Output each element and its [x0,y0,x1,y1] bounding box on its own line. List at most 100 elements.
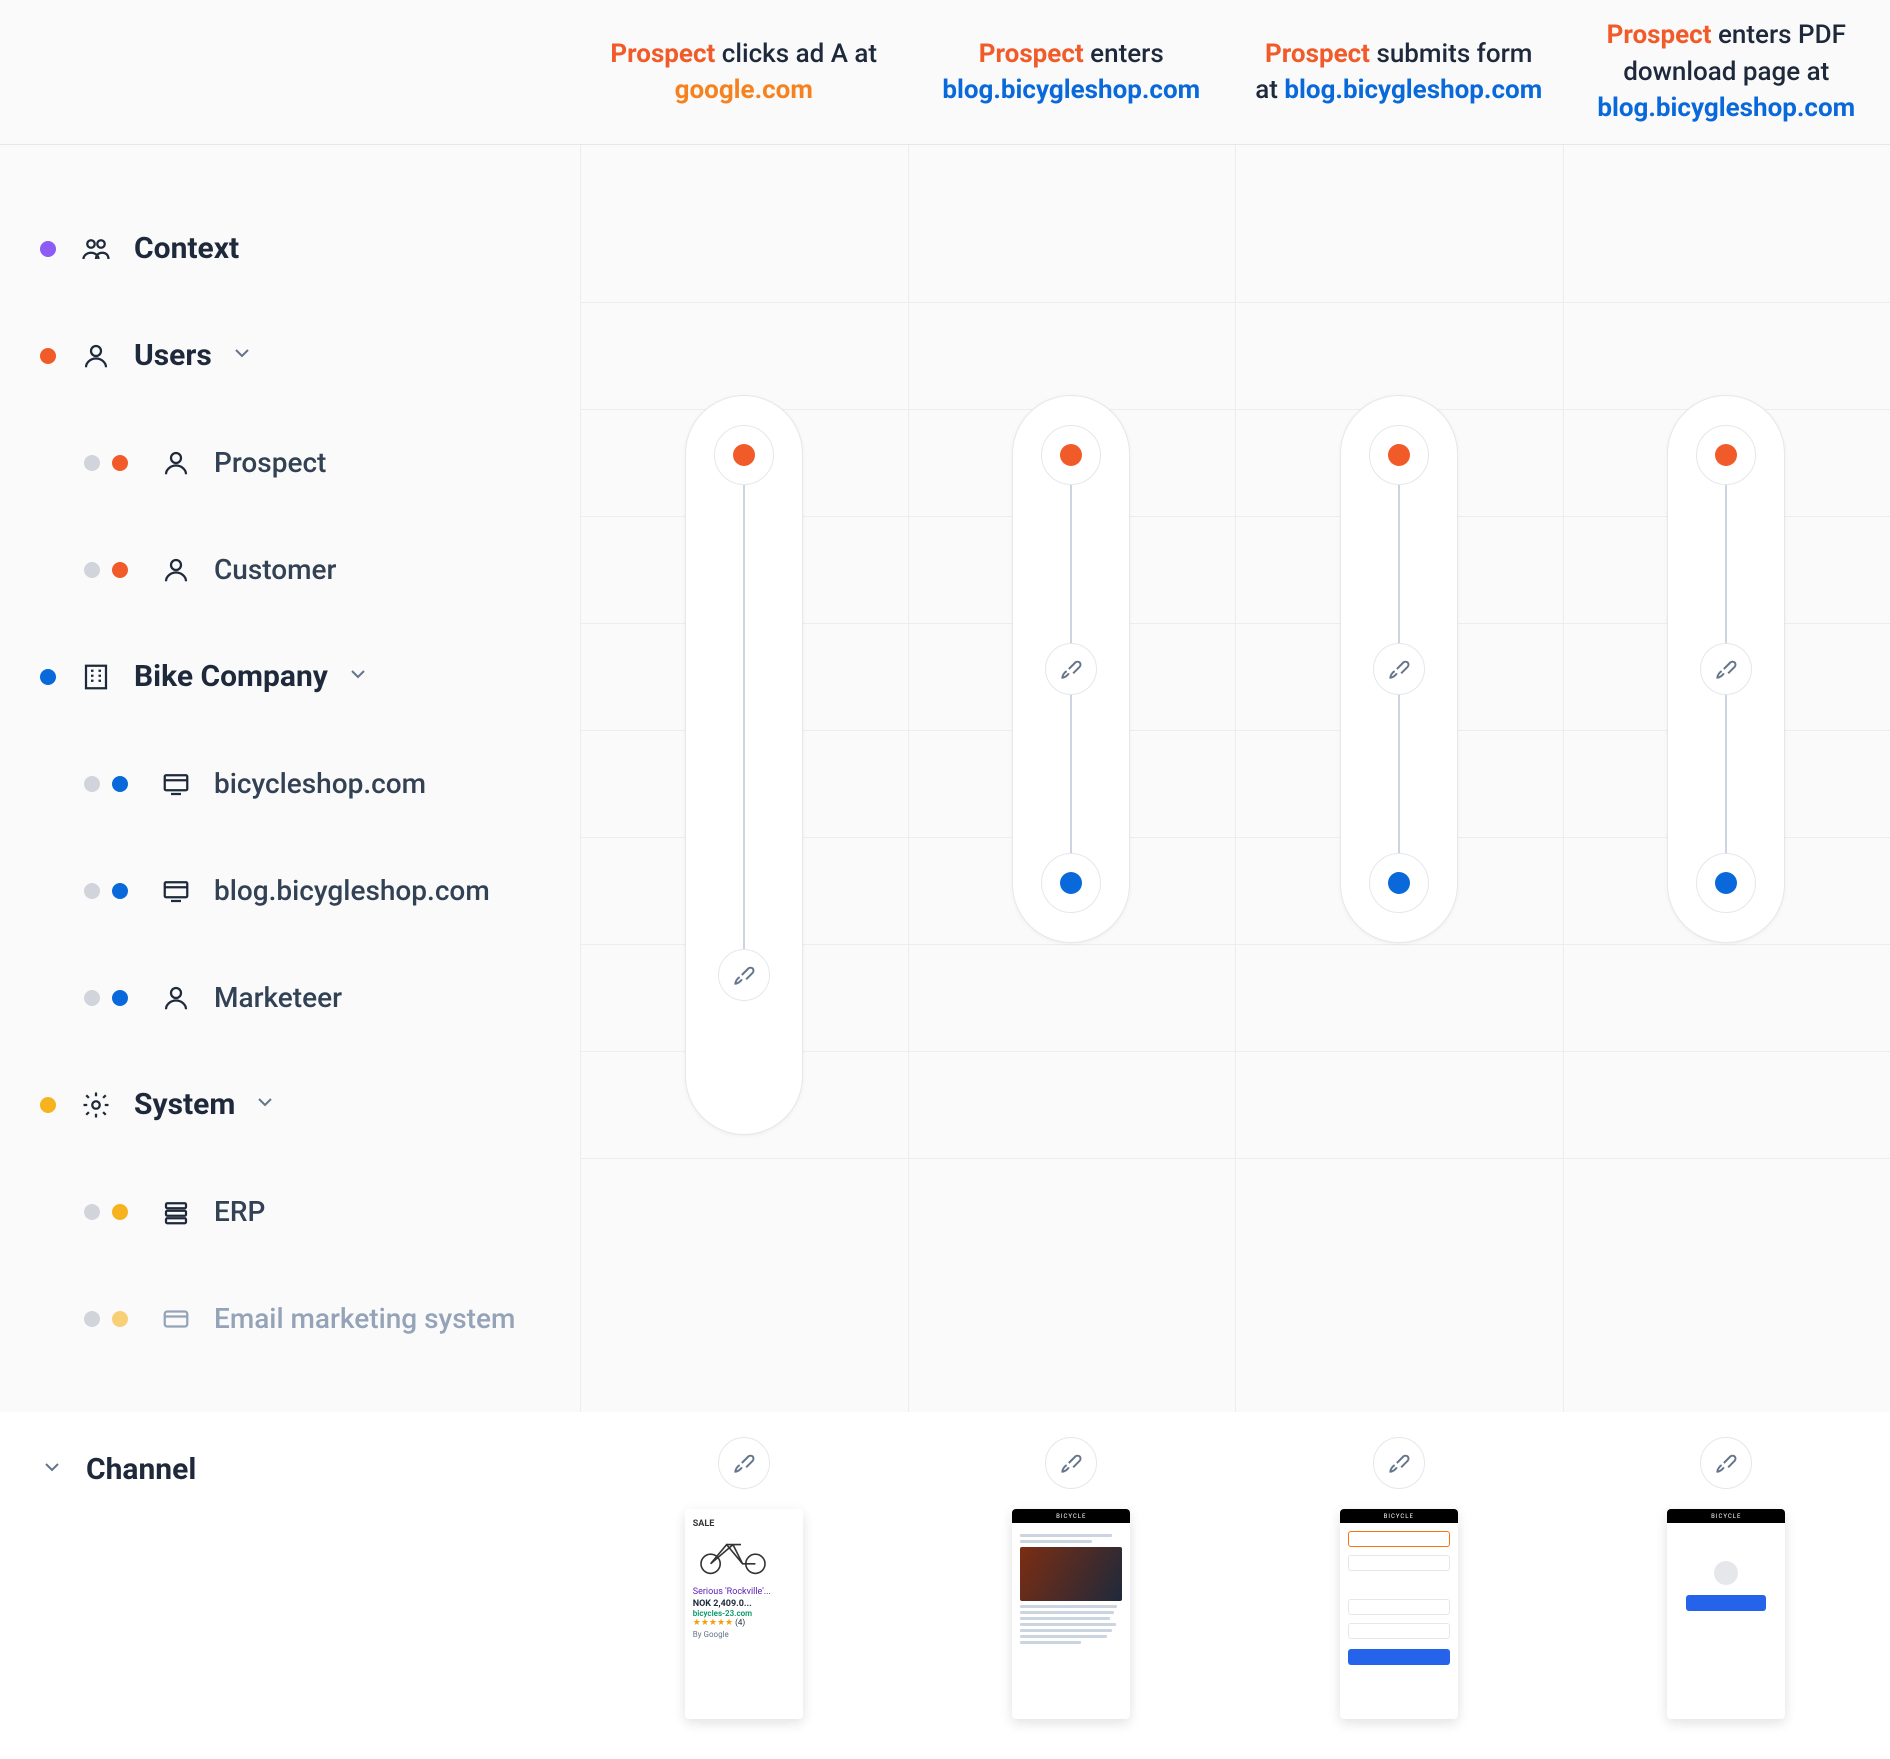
gear-icon [78,1090,114,1120]
lane-marketeer[interactable]: Marketeer [40,944,580,1051]
channel-header[interactable]: Channel [40,1452,580,1487]
group-dot [40,669,56,685]
lane-label: Marketeer [214,981,342,1014]
dot-indicator [84,562,100,578]
bike-icon [693,1535,773,1575]
swimlane-grid[interactable] [580,145,1890,1412]
mock-brand: BICYCLE [1340,1509,1458,1523]
step-text: enters [1084,39,1164,69]
channel-mock-blog[interactable]: BICYCLE [1012,1509,1130,1719]
person-icon [158,448,194,478]
lane-col-3[interactable] [1235,145,1563,1412]
lane-col-1[interactable] [580,145,908,1412]
stack-icon [158,1197,194,1227]
mock-input [1348,1555,1450,1571]
flow-node-start[interactable] [1369,425,1429,485]
ad-price: NOK 2,409.0... [693,1599,795,1609]
lane-customer[interactable]: Customer [40,516,580,623]
step-link: blog.bicygleshop.com [1597,93,1855,123]
prospect-label: Prospect [1265,39,1370,69]
mock-image [1020,1547,1122,1601]
person-icon [78,341,114,371]
header-spacer [0,0,580,144]
flow-line [743,475,745,985]
prospect-label: Prospect [979,39,1084,69]
touchpoint-icon[interactable] [1373,643,1425,695]
step-link: blog.bicygleshop.com [942,75,1200,105]
swimlane-area: Context Users Prospect Customer [0,145,1890,1412]
touchpoint-icon[interactable] [1373,1437,1425,1489]
group-dot [40,1097,56,1113]
flow-node-start[interactable] [1696,425,1756,485]
step-text: clicks ad A at [715,39,877,69]
dot-indicator [112,883,128,899]
prospect-label: Prospect [1607,20,1712,50]
group-label: Context [134,231,239,266]
flow-node-start[interactable] [714,425,774,485]
lane-label: Customer [214,553,336,586]
channel-mock-ad[interactable]: SALE Serious 'Rockville'... NOK 2,409.0.… [685,1509,803,1719]
dot-indicator [84,883,100,899]
lane-erp[interactable]: ERP [40,1158,580,1265]
lane-blog[interactable]: blog.bicygleshop.com [40,837,580,944]
flow-node-end[interactable] [1696,853,1756,913]
flow-node-end[interactable] [1041,853,1101,913]
lane-label: blog.bicygleshop.com [214,874,490,907]
channel-mock-download[interactable]: BICYCLE [1667,1509,1785,1719]
touchpoint-icon[interactable] [1700,643,1752,695]
step-link: blog.bicygleshop.com [1284,75,1542,105]
group-label: Bike Company [134,659,328,694]
lane-bicycleshop[interactable]: bicycleshop.com [40,730,580,837]
dot-indicator [112,776,128,792]
dot-indicator [112,1204,128,1220]
building-icon [78,662,114,692]
star-rating: ★★★★★ [693,1618,733,1628]
flow-node-end[interactable] [1369,853,1429,913]
channel-mock-form[interactable]: BICYCLE [1340,1509,1458,1719]
touchpoint-icon[interactable] [1045,643,1097,695]
lane-col-2[interactable] [908,145,1236,1412]
mock-input [1348,1599,1450,1615]
mock-brand: BICYCLE [1012,1509,1130,1523]
touchpoint-icon[interactable] [1045,1437,1097,1489]
group-context[interactable]: Context [40,195,580,302]
lane-label: Email marketing system [214,1302,515,1335]
flow-node-start[interactable] [1041,425,1101,485]
person-icon [158,983,194,1013]
lane-col-4[interactable] [1563,145,1890,1412]
dot-indicator [112,562,128,578]
dot-indicator [84,990,100,1006]
touchpoint-icon[interactable] [718,1437,770,1489]
group-dot [40,348,56,364]
people-icon [78,234,114,264]
header-columns: Prospect clicks ad A at google.com Prosp… [580,0,1890,144]
dot-indicator [112,1311,128,1327]
ad-byline: By Google [693,1630,795,1639]
touchpoint-icon[interactable] [718,949,770,1001]
rating-count: (4) [735,1618,745,1627]
step-link: google.com [675,75,813,105]
group-system[interactable]: System [40,1051,580,1158]
lane-prospect[interactable]: Prospect [40,409,580,516]
prospect-label: Prospect [610,39,715,69]
group-company[interactable]: Bike Company [40,623,580,730]
chevron-down-icon [253,1087,277,1122]
dot-indicator [84,455,100,471]
person-icon [158,555,194,585]
group-users[interactable]: Users [40,302,580,409]
sidebar: Context Users Prospect Customer [0,145,580,1412]
screen-icon [158,876,194,906]
dot-indicator [112,990,128,1006]
touchpoint-icon[interactable] [1700,1437,1752,1489]
channel-col-3: BICYCLE [1235,1437,1563,1719]
lane-email-marketing[interactable]: Email marketing system [40,1265,580,1372]
channel-col-1: SALE Serious 'Rockville'... NOK 2,409.0.… [580,1437,908,1719]
mock-download-button [1686,1595,1766,1611]
step-header-1: Prospect clicks ad A at google.com [580,0,908,144]
chevron-down-icon [346,659,370,694]
step-header-2: Prospect enters blog.bicygleshop.com [908,0,1236,144]
chevron-down-icon [230,338,254,373]
step-header-3: Prospect submits form at blog.bicyglesho… [1235,0,1563,144]
channel-col-4: BICYCLE [1563,1437,1890,1719]
chevron-down-icon [40,1452,64,1487]
